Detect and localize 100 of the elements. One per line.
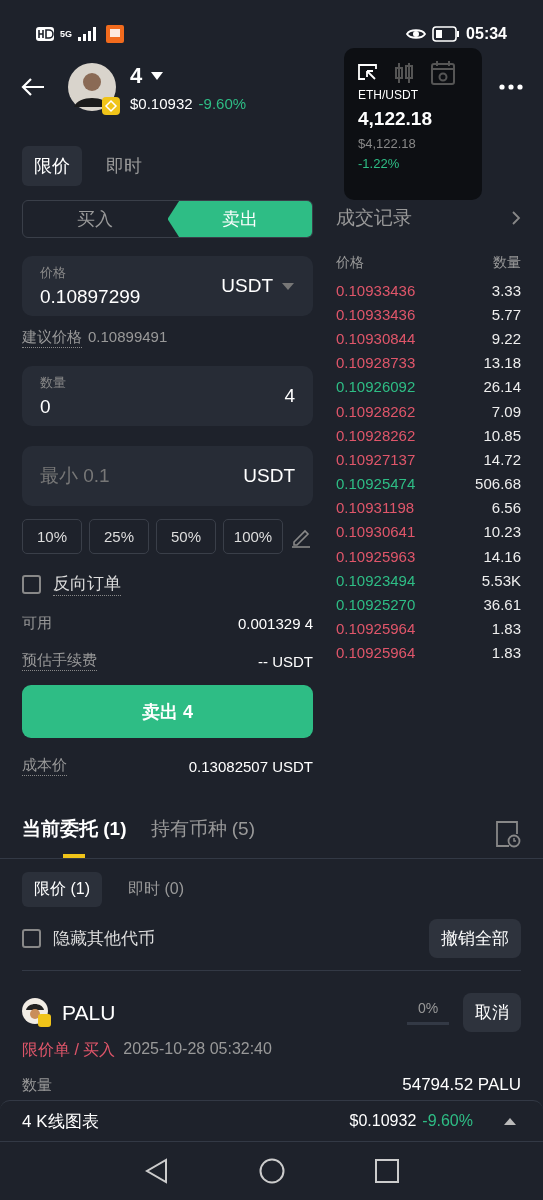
- app-notification-icon: [106, 25, 124, 43]
- trade-price: 0.10926092: [336, 378, 416, 396]
- trade-price: 0.10928262: [336, 402, 416, 420]
- candlestick-icon: [392, 61, 416, 85]
- pair-usd-price: $4,122.18: [358, 136, 417, 151]
- coin-name: PALU: [62, 1000, 116, 1025]
- order-type-tab[interactable]: 即时: [94, 146, 154, 186]
- battery-icon: [432, 26, 461, 42]
- percent-button[interactable]: 25%: [89, 519, 149, 554]
- price-field[interactable]: 价格 0.10897299 USDT: [22, 256, 313, 316]
- trade-price: 0.10925270: [336, 596, 416, 614]
- trade-price: 0.10925474: [336, 475, 416, 493]
- trade-quantity: 13.18: [483, 354, 521, 372]
- reverse-order-label[interactable]: 反向订单: [53, 572, 121, 596]
- trade-quantity: 6.56: [491, 499, 521, 517]
- home-nav-icon[interactable]: [258, 1158, 285, 1184]
- coin-symbol[interactable]: 4: [130, 62, 143, 89]
- hide-others-label[interactable]: 隐藏其他代币: [53, 927, 155, 950]
- trade-price: 0.10933436: [336, 281, 416, 299]
- pair-change: -1.22%: [358, 156, 401, 171]
- trade-history-title[interactable]: 成交记录: [336, 205, 412, 231]
- chart-bar-title: 4 K线图表: [22, 1110, 99, 1133]
- trade-quantity: 5.53K: [481, 571, 521, 589]
- trade-quantity: 7.09: [491, 402, 521, 420]
- suggested-price-label[interactable]: 建议价格: [22, 328, 82, 348]
- trade-quantity: 5.77: [491, 305, 521, 323]
- trade-price: 0.10925964: [336, 620, 416, 638]
- percent-button[interactable]: 50%: [156, 519, 216, 554]
- cost-price-label[interactable]: 成本价: [22, 756, 67, 776]
- available-value: 0.001329 4: [237, 615, 313, 632]
- fee-label[interactable]: 预估手续费: [22, 651, 97, 671]
- trade-quantity: 506.68: [475, 475, 521, 493]
- reverse-order-checkbox[interactable]: [22, 574, 41, 594]
- orders-tab[interactable]: 当前委托 (1): [22, 810, 127, 858]
- fill-percent: 0%: [417, 1000, 439, 1016]
- expand-caret-icon[interactable]: [503, 1116, 517, 1126]
- cancel-all-button[interactable]: 撤销全部: [429, 919, 521, 958]
- order-type-filter[interactable]: 限价 (1): [22, 872, 102, 907]
- trade-price: 0.10925964: [336, 644, 416, 662]
- trade-price: 0.10928733: [336, 354, 416, 372]
- trade-price: 0.10925963: [336, 547, 416, 565]
- column-header: 数量: [493, 254, 521, 272]
- order-history-icon[interactable]: [495, 820, 521, 848]
- trade-price: 0.10927137: [336, 450, 416, 468]
- order-type-label: 限价单 / 买入: [22, 1040, 116, 1060]
- trade-price: 0.10931198: [336, 499, 415, 517]
- dropdown-caret-icon[interactable]: [150, 70, 165, 81]
- fee-value: -- USDT: [258, 652, 313, 670]
- column-header: 价格: [336, 254, 364, 272]
- trade-price: 0.10928262: [336, 426, 416, 444]
- trade-quantity: 36.61: [483, 596, 521, 614]
- chevron-right-icon[interactable]: [511, 210, 521, 226]
- change-label: -9.60%: [198, 94, 247, 112]
- calendar-icon: [430, 60, 456, 86]
- recents-nav-icon[interactable]: [374, 1159, 399, 1183]
- trade-quantity: 26.14: [483, 378, 521, 396]
- back-nav-icon[interactable]: [144, 1158, 169, 1184]
- coin-icon: [22, 997, 52, 1028]
- chart-bar[interactable]: 4 K线图表 $0.10932 -9.60%: [0, 1100, 543, 1142]
- more-icon[interactable]: [499, 84, 523, 90]
- order-type-tab[interactable]: 限价: [22, 146, 82, 186]
- chart-bar-price: $0.10932: [349, 1112, 417, 1130]
- cost-price-value: 0.13082507 USDT: [188, 757, 313, 775]
- suggested-price-value: 0.10899491: [88, 328, 168, 347]
- trade-quantity: 1.83: [491, 620, 521, 638]
- trade-quantity: 9.22: [491, 329, 521, 347]
- side-tab[interactable]: 买入: [23, 201, 168, 237]
- quantity-label: 数量: [22, 1075, 52, 1095]
- mini-price-card[interactable]: ETH/USDT 4,122.18 $4,122.18 -1.22%: [344, 48, 482, 200]
- trade-price: 0.10930641: [336, 523, 416, 541]
- percent-button[interactable]: 10%: [22, 519, 82, 554]
- order-time: 2025-10-28 05:32:40: [123, 1040, 272, 1059]
- clock-time: 05:34: [466, 25, 507, 43]
- trade-quantity: 10.23: [483, 523, 521, 541]
- eye-icon: [406, 27, 427, 41]
- hd-icon: [36, 27, 54, 41]
- pair-price: 4,122.18: [358, 108, 433, 130]
- network-label: 5G: [60, 29, 72, 39]
- trade-price: 0.10923494: [336, 571, 416, 589]
- orders-tab[interactable]: 持有币种 (5): [150, 810, 255, 858]
- trade-quantity: 14.72: [483, 450, 521, 468]
- back-icon[interactable]: [20, 77, 46, 97]
- percent-button[interactable]: 100%: [223, 519, 283, 554]
- quantity-value: 54794.52 PALU: [402, 1075, 521, 1095]
- cancel-button[interactable]: 取消: [463, 993, 521, 1032]
- trade-quantity: 10.85: [483, 426, 521, 444]
- trade-quantity: 14.16: [483, 547, 521, 565]
- available-label: 可用: [22, 614, 52, 633]
- trade-quantity: 1.83: [491, 644, 521, 662]
- trade-price: 0.10933436: [336, 305, 416, 323]
- total-unit: USDT: [243, 465, 295, 487]
- quantity-field[interactable]: 数量 0 4: [22, 366, 313, 426]
- pair-label: ETH/USDT: [358, 88, 419, 102]
- collapse-icon[interactable]: [358, 64, 378, 82]
- price-label: $0.10932: [130, 94, 193, 112]
- hide-others-checkbox[interactable]: [22, 929, 41, 948]
- chart-bar-change: -9.60%: [422, 1112, 473, 1130]
- trade-price: 0.10930844: [336, 329, 416, 347]
- trade-quantity: 3.33: [491, 281, 521, 299]
- order-type-filter[interactable]: 即时 (0): [116, 872, 196, 907]
